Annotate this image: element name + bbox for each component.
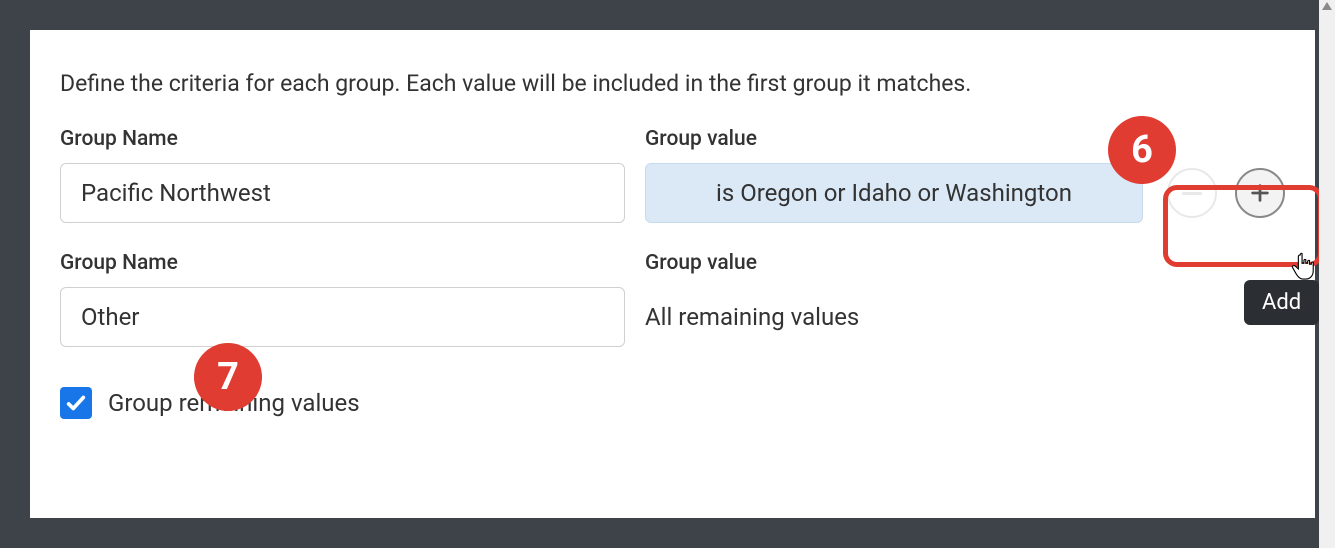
annotation-callout-6: 6 bbox=[1108, 116, 1176, 184]
group-value-field-1: Group value is Oregon or Idaho or Washin… bbox=[645, 127, 1143, 223]
group-value-text-2: All remaining values bbox=[645, 287, 1285, 347]
group-value-label-2: Group value bbox=[645, 251, 1285, 275]
vertical-scrollbar[interactable] bbox=[1319, 0, 1335, 548]
group-config-panel: Define the criteria for each group. Each… bbox=[30, 30, 1315, 518]
group-name-input-1[interactable] bbox=[60, 163, 625, 223]
group-value-pill-1[interactable]: is Oregon or Idaho or Washington bbox=[645, 163, 1143, 223]
cursor-pointer-icon bbox=[1290, 252, 1316, 282]
plus-icon bbox=[1249, 182, 1271, 204]
group-name-label-2: Group Name bbox=[60, 251, 625, 275]
check-icon bbox=[65, 392, 87, 414]
group-name-label: Group Name bbox=[60, 127, 625, 151]
group-row-2: Group Name Group value All remaining val… bbox=[60, 251, 1285, 347]
row-controls-1 bbox=[1163, 163, 1285, 223]
group-row-1: Group Name Group value is Oregon or Idah… bbox=[60, 127, 1285, 223]
remove-group-button[interactable] bbox=[1167, 168, 1217, 218]
group-name-field-1: Group Name bbox=[60, 127, 625, 223]
group-name-field-2: Group Name bbox=[60, 251, 625, 347]
group-value-label: Group value bbox=[645, 127, 1143, 151]
add-tooltip: Add bbox=[1244, 280, 1319, 325]
add-group-button[interactable] bbox=[1235, 168, 1285, 218]
group-remaining-checkbox[interactable] bbox=[60, 387, 92, 419]
group-name-input-2[interactable] bbox=[60, 287, 625, 347]
annotation-callout-7: 7 bbox=[194, 343, 262, 411]
group-value-field-2: Group value All remaining values bbox=[645, 251, 1285, 347]
instruction-text: Define the criteria for each group. Each… bbox=[60, 70, 1285, 97]
scroll-up-arrow-icon bbox=[1322, 2, 1332, 10]
minus-icon bbox=[1182, 192, 1202, 195]
group-value-text-1: is Oregon or Idaho or Washington bbox=[716, 179, 1072, 207]
